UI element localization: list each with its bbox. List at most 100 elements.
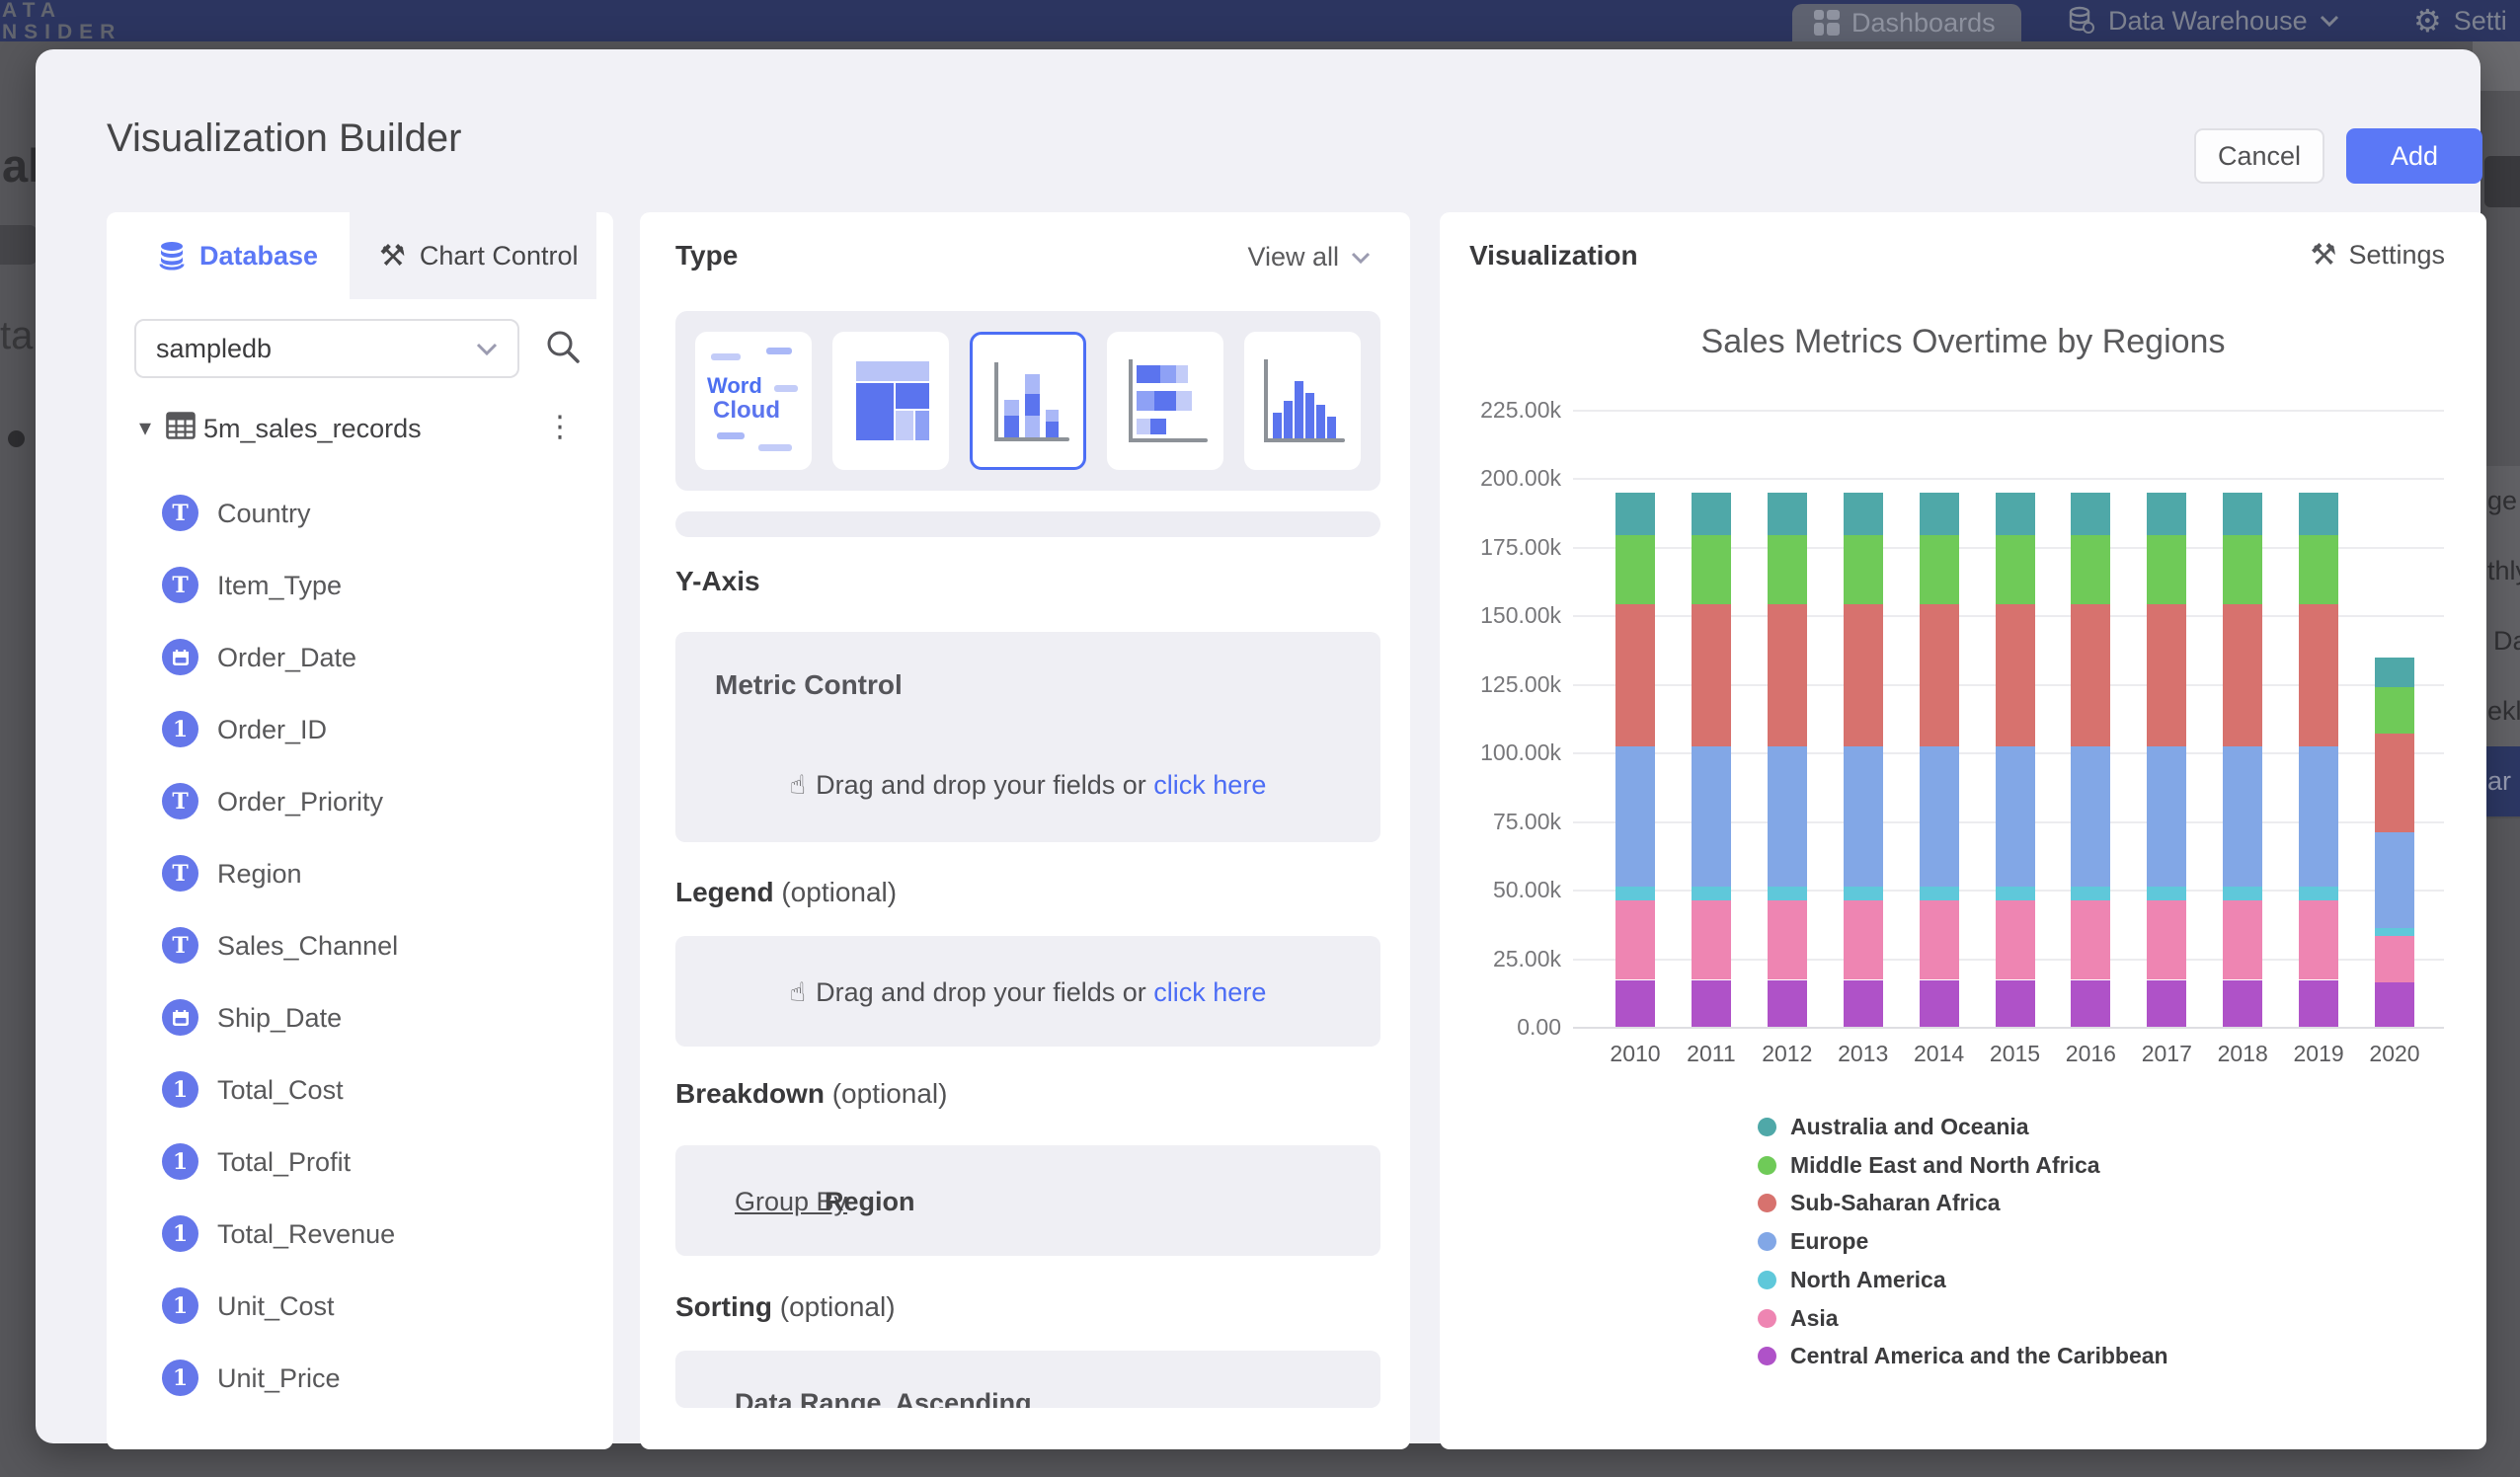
bar-segment-2012[interactable] xyxy=(1768,604,1807,746)
bar-segment-2016[interactable] xyxy=(2071,887,2110,900)
field-item-order_id[interactable]: 1Order_ID xyxy=(107,693,613,765)
bar-segment-2010[interactable] xyxy=(1615,604,1655,746)
bar-segment-2014[interactable] xyxy=(1920,604,1959,746)
add-button[interactable]: Add xyxy=(2346,128,2482,184)
bar-segment-2017[interactable] xyxy=(2147,887,2186,900)
bar-segment-2020[interactable] xyxy=(2375,928,2414,936)
bar-segment-2010[interactable] xyxy=(1615,900,1655,980)
caret-down-icon[interactable]: ▾ xyxy=(139,414,151,442)
legend-dropzone[interactable]: ☝Drag and drop your fields or click here xyxy=(675,936,1380,1047)
bar-segment-2010[interactable] xyxy=(1615,980,1655,1028)
bar-segment-2019[interactable] xyxy=(2299,604,2338,746)
legend-item[interactable]: Asia xyxy=(1758,1305,1839,1332)
bar-segment-2019[interactable] xyxy=(2299,535,2338,604)
bar-segment-2012[interactable] xyxy=(1768,493,1807,535)
bar-segment-2011[interactable] xyxy=(1692,604,1731,746)
legend-item[interactable]: Middle East and North Africa xyxy=(1758,1152,2100,1179)
view-all-dropdown[interactable]: View all xyxy=(1247,242,1371,272)
bar-segment-2012[interactable] xyxy=(1768,746,1807,887)
bar-segment-2016[interactable] xyxy=(2071,604,2110,746)
legend-item[interactable]: Central America and the Caribbean xyxy=(1758,1343,2168,1369)
field-item-order_priority[interactable]: TOrder_Priority xyxy=(107,765,613,837)
bar-segment-2014[interactable] xyxy=(1920,980,1959,1028)
settings-button[interactable]: ⚒ Settings xyxy=(2311,238,2445,272)
datasource-select[interactable]: sampledb xyxy=(134,319,519,378)
chart-type-word-cloud[interactable]: Word Cloud xyxy=(695,332,812,470)
horizontal-scrollbar[interactable] xyxy=(675,511,1380,537)
bar-segment-2010[interactable] xyxy=(1615,746,1655,887)
bar-segment-2017[interactable] xyxy=(2147,980,2186,1028)
legend-item[interactable]: North America xyxy=(1758,1267,1946,1293)
bar-segment-2012[interactable] xyxy=(1768,900,1807,980)
bar-segment-2014[interactable] xyxy=(1920,746,1959,887)
click-here-link[interactable]: click here xyxy=(1153,770,1266,800)
bar-segment-2013[interactable] xyxy=(1844,887,1883,900)
search-icon[interactable] xyxy=(543,327,583,366)
bar-segment-2013[interactable] xyxy=(1844,535,1883,604)
bar-segment-2014[interactable] xyxy=(1920,900,1959,980)
bar-segment-2011[interactable] xyxy=(1692,887,1731,900)
cancel-button[interactable]: Cancel xyxy=(2194,128,2324,184)
bar-segment-2019[interactable] xyxy=(2299,887,2338,900)
bar-segment-2014[interactable] xyxy=(1920,887,1959,900)
bar-segment-2020[interactable] xyxy=(2375,832,2414,928)
bar-segment-2018[interactable] xyxy=(2223,493,2262,535)
legend-item[interactable]: Europe xyxy=(1758,1228,1868,1255)
field-item-unit_price[interactable]: 1Unit_Price xyxy=(107,1342,613,1414)
bar-segment-2010[interactable] xyxy=(1615,535,1655,604)
bar-segment-2018[interactable] xyxy=(2223,535,2262,604)
bar-segment-2019[interactable] xyxy=(2299,900,2338,980)
bar-segment-2020[interactable] xyxy=(2375,734,2414,832)
field-item-item_type[interactable]: TItem_Type xyxy=(107,549,613,621)
nav-item-dashboards[interactable]: Dashboards xyxy=(1792,4,2021,41)
bar-segment-2017[interactable] xyxy=(2147,493,2186,535)
bar-segment-2015[interactable] xyxy=(1996,887,2035,900)
bar-segment-2012[interactable] xyxy=(1768,535,1807,604)
bar-segment-2020[interactable] xyxy=(2375,687,2414,734)
bar-segment-2020[interactable] xyxy=(2375,936,2414,982)
click-here-link[interactable]: click here xyxy=(1153,977,1266,1007)
bar-segment-2013[interactable] xyxy=(1844,980,1883,1028)
field-item-total_cost[interactable]: 1Total_Cost xyxy=(107,1053,613,1126)
bar-segment-2011[interactable] xyxy=(1692,900,1731,980)
bar-segment-2015[interactable] xyxy=(1996,604,2035,746)
bar-segment-2010[interactable] xyxy=(1615,493,1655,535)
breakdown-dropzone[interactable]: Group By Region xyxy=(675,1145,1380,1256)
bar-segment-2017[interactable] xyxy=(2147,535,2186,604)
bar-segment-2019[interactable] xyxy=(2299,980,2338,1028)
field-item-country[interactable]: TCountry xyxy=(107,477,613,549)
legend-item[interactable]: Sub-Saharan Africa xyxy=(1758,1190,2001,1216)
bar-segment-2018[interactable] xyxy=(2223,604,2262,746)
bar-segment-2017[interactable] xyxy=(2147,604,2186,746)
bar-segment-2012[interactable] xyxy=(1768,980,1807,1028)
sorting-dropzone[interactable]: Data Range Ascending xyxy=(675,1351,1380,1408)
bar-segment-2015[interactable] xyxy=(1996,535,2035,604)
field-item-total_profit[interactable]: 1Total_Profit xyxy=(107,1126,613,1198)
group-by-value[interactable]: Region xyxy=(825,1187,915,1217)
bar-segment-2018[interactable] xyxy=(2223,746,2262,887)
bar-segment-2011[interactable] xyxy=(1692,746,1731,887)
field-item-ship_date[interactable]: Ship_Date xyxy=(107,981,613,1053)
bar-segment-2011[interactable] xyxy=(1692,535,1731,604)
bar-segment-2011[interactable] xyxy=(1692,980,1731,1028)
sorting-value[interactable]: Data Range Ascending xyxy=(735,1388,1032,1408)
bar-segment-2015[interactable] xyxy=(1996,900,2035,980)
chart-type-column[interactable] xyxy=(1244,332,1361,470)
chart-type-stacked-bar[interactable] xyxy=(1107,332,1223,470)
metric-control-dropzone[interactable]: Metric Control ☝Drag and drop your field… xyxy=(675,632,1380,842)
bar-segment-2016[interactable] xyxy=(2071,535,2110,604)
nav-item-settings[interactable]: ⚙ Setti xyxy=(2413,0,2507,41)
bar-segment-2014[interactable] xyxy=(1920,493,1959,535)
bar-segment-2015[interactable] xyxy=(1996,493,2035,535)
bar-segment-2015[interactable] xyxy=(1996,746,2035,887)
bar-segment-2017[interactable] xyxy=(2147,900,2186,980)
bar-segment-2013[interactable] xyxy=(1844,604,1883,746)
bar-segment-2010[interactable] xyxy=(1615,887,1655,900)
field-item-unit_cost[interactable]: 1Unit_Cost xyxy=(107,1270,613,1342)
bar-segment-2013[interactable] xyxy=(1844,746,1883,887)
bar-segment-2019[interactable] xyxy=(2299,493,2338,535)
bar-segment-2014[interactable] xyxy=(1920,535,1959,604)
bar-segment-2018[interactable] xyxy=(2223,980,2262,1028)
bar-segment-2018[interactable] xyxy=(2223,900,2262,980)
chart-type-stacked-column[interactable] xyxy=(970,332,1086,470)
